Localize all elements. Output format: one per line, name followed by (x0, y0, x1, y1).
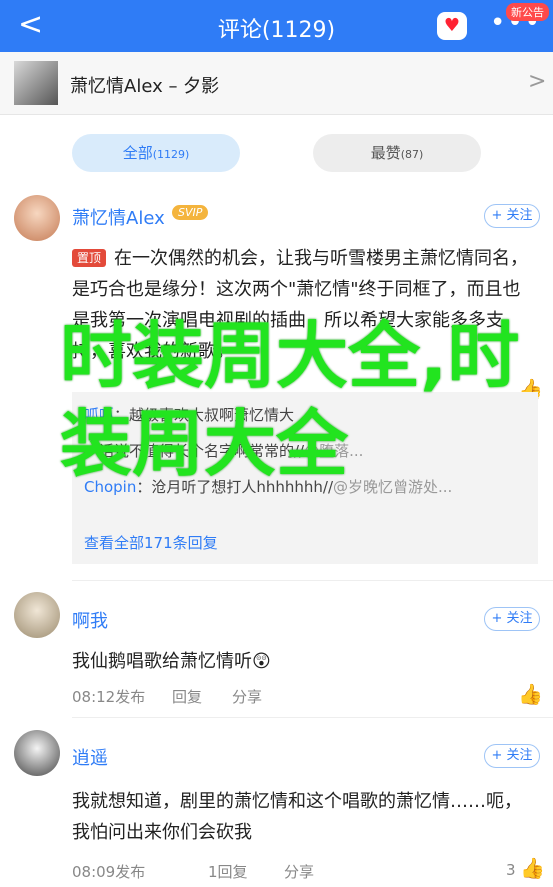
follow-button[interactable]: + 关注 (484, 607, 540, 631)
follow-button[interactable]: + 关注 (484, 744, 540, 768)
view-all-replies-link[interactable]: 查看全部171条回复 (84, 532, 218, 553)
comment-text: 我就想知道，剧里的萧忆情和这个唱歌的萧忆情……呃，我怕问出来你们会砍我 (72, 791, 522, 843)
pinned-badge: 置顶 (72, 249, 107, 267)
page-title: 评论(1129) (217, 18, 336, 43)
follow-button[interactable]: + 关注 (484, 204, 540, 228)
like-icon[interactable]: 👍 (520, 856, 545, 880)
comment-item: 逍遥 + 关注 我就想知道，剧里的萧忆情和这个唱歌的萧忆情……呃，我怕问出来你们… (0, 730, 553, 887)
comment-time: 08:12发布 (72, 688, 146, 706)
heart-icon[interactable]: ♥ (437, 12, 467, 40)
tab-hot-count: (87) (400, 148, 424, 161)
top-nav-bar: < 评论(1129) ♥ ••• 新公告 (0, 0, 553, 52)
comment-username[interactable]: 啊我 (72, 607, 108, 633)
comment-item: 啊我 + 关注 我仙鹅唱歌给萧忆情听😲 08:12发布 回复 分享 👍 (0, 592, 553, 722)
tab-hot-label: 最赞 (370, 144, 401, 162)
tab-all-label: 全部 (122, 144, 153, 162)
song-cover (14, 61, 58, 105)
svip-badge: SVIP (172, 205, 209, 220)
tab-all-count: (1129) (152, 148, 190, 161)
comment-username[interactable]: 逍遥 (72, 744, 108, 770)
share-button[interactable]: 分享 (232, 686, 262, 707)
avatar[interactable] (14, 195, 60, 241)
chevron-right-icon: > (528, 69, 547, 94)
comment-time: 08:09发布 (72, 863, 146, 881)
share-button[interactable]: 分享 (284, 861, 314, 882)
reply-button[interactable]: 回复 (172, 686, 202, 707)
divider (72, 717, 553, 718)
divider (72, 580, 553, 581)
like-count: 3 (506, 861, 516, 879)
reply-button[interactable]: 1回复 (208, 861, 248, 882)
song-title: 萧忆情Alex – 夕影 (70, 76, 220, 97)
comment-tabs: 全部(1129) 最赞(87) (0, 115, 553, 195)
notice-badge[interactable]: 新公告 (506, 3, 549, 21)
song-header[interactable]: 萧忆情Alex – 夕影 > (0, 52, 553, 115)
comment-text: 我仙鹅唱歌给萧忆情听😲 (72, 651, 271, 672)
tab-all[interactable]: 全部(1129) (72, 134, 240, 172)
avatar[interactable] (14, 730, 60, 776)
comment-username[interactable]: 萧忆情Alex (72, 204, 165, 230)
watermark-overlay: 时装周大全,时装周大全 (60, 314, 520, 486)
like-icon[interactable]: 👍 (518, 682, 543, 706)
avatar[interactable] (14, 592, 60, 638)
tab-hot[interactable]: 最赞(87) (313, 134, 481, 172)
